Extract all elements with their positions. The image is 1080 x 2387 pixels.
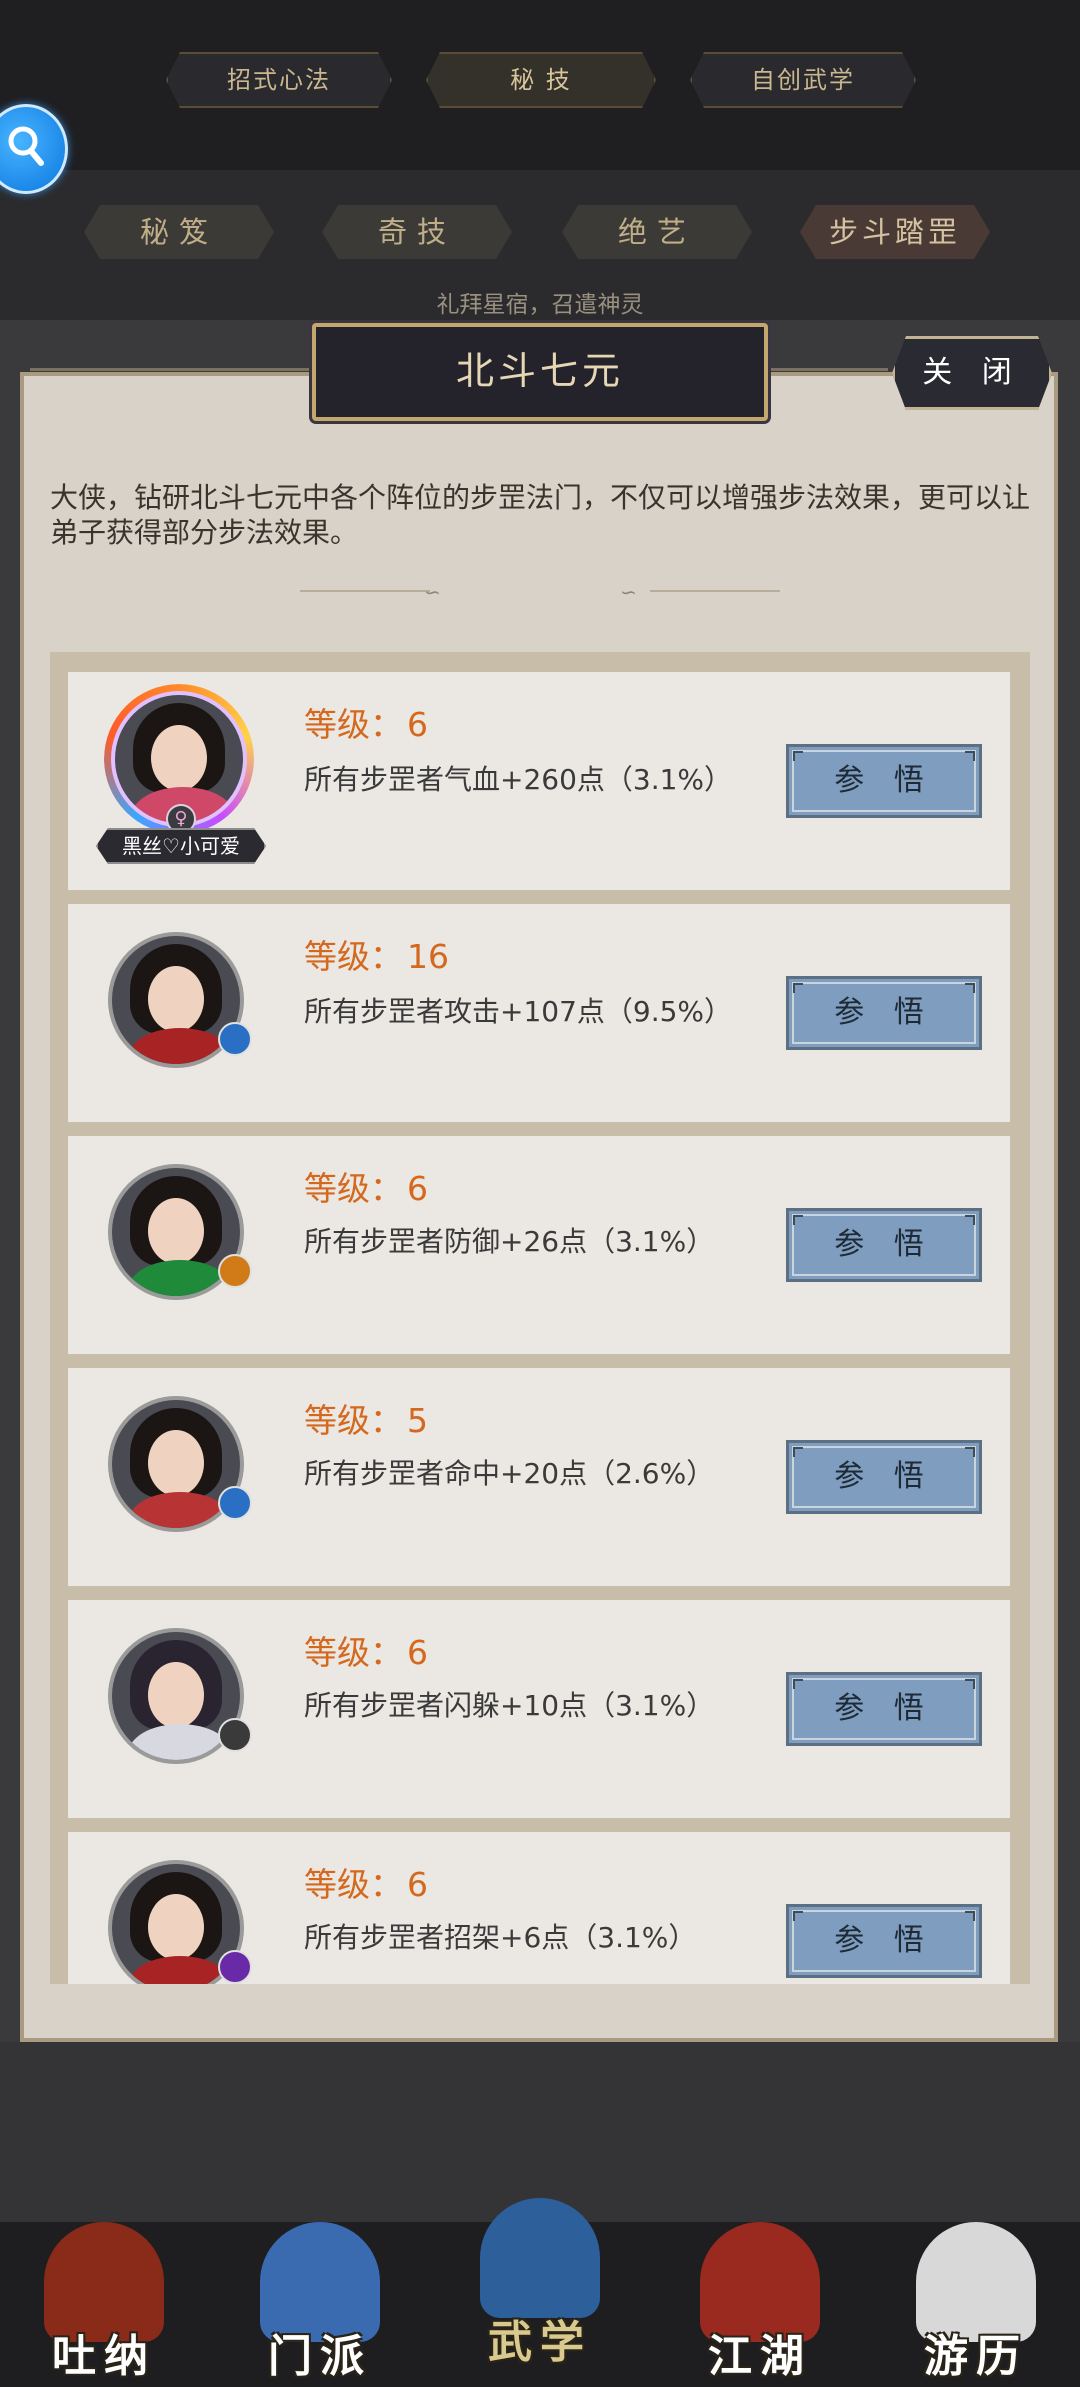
divider-left (300, 590, 430, 592)
effect-text: 所有步罡者攻击+107点（9.5%） (304, 995, 733, 1028)
list-item: 等级： 6 所有步罡者闪躲+10点（3.1%） 参 悟 (68, 1600, 1010, 1818)
subtab-unique-skills[interactable]: 奇技 (322, 205, 512, 259)
step-list[interactable]: ♀ 黑丝♡小可爱 等级： 6 所有步罡者气血+260点（3.1%） 参 悟 等级：… (50, 652, 1030, 1984)
level-label: 等级： 6 (304, 705, 428, 744)
sub-subtitle: 礼拜星宿，召遣神灵 (436, 292, 644, 318)
nav-label: 游历 (924, 2331, 1028, 2382)
subtab-masterpieces[interactable]: 绝艺 (562, 205, 752, 259)
effect-text: 所有步罡者命中+20点（2.6%） (304, 1457, 715, 1490)
subtab-manuals[interactable]: 秘笈 (84, 205, 274, 259)
martial-book-icon (480, 2198, 600, 2318)
subtab-star-stepping[interactable]: 步斗踏罡 (800, 205, 990, 259)
dual-blade-class-icon (218, 1718, 252, 1752)
comprehend-button[interactable]: 参 悟 (786, 1208, 982, 1282)
top-tab-bar: 招式心法 秘 技 自创武学 (0, 0, 1080, 170)
level-label: 等级： 6 (304, 1169, 428, 1208)
effect-text: 所有步罡者招架+6点（3.1%） (304, 1921, 697, 1954)
level-label: 等级： 5 (304, 1401, 428, 1440)
intro-text: 大侠，钻研北斗七元中各个阵位的步罡法门，不仅可以增强步法效果，更可以让弟子获得部… (50, 481, 1031, 549)
nav-tuna[interactable]: 吐纳 (14, 2210, 194, 2387)
sword-class-icon (218, 1022, 252, 1056)
list-item: 等级： 5 所有步罡者命中+20点（2.6%） 参 悟 (68, 1368, 1010, 1586)
effect-text: 所有步罡者防御+26点（3.1%） (304, 1225, 715, 1258)
level-label: 等级： 16 (304, 937, 449, 976)
nav-label: 吐纳 (52, 2331, 156, 2382)
tab-self-created-martial[interactable]: 自创武学 (690, 52, 916, 108)
list-item: 等级： 6 所有步罡者防御+26点（3.1%） 参 悟 (68, 1136, 1010, 1354)
divider-ornament-left: ∽ (424, 580, 441, 604)
nav-jianghu[interactable]: 江湖 (670, 2210, 850, 2387)
list-item: ♀ 黑丝♡小可爱 等级： 6 所有步罡者气血+260点（3.1%） 参 悟 (68, 672, 1010, 890)
comprehend-button[interactable]: 参 悟 (786, 1440, 982, 1514)
comprehend-button[interactable]: 参 悟 (786, 1672, 982, 1746)
nav-martial-arts[interactable]: 武学 (450, 2186, 630, 2368)
effect-text: 所有步罡者闪躲+10点（3.1%） (304, 1689, 715, 1722)
divider-right (650, 590, 780, 592)
tab-moves-mind[interactable]: 招式心法 (166, 52, 392, 108)
divider-ornament-right: ∽ (620, 580, 637, 604)
player-name: 黑丝♡小可爱 (96, 828, 266, 864)
effect-text: 所有步罡者气血+260点（3.1%） (304, 763, 733, 796)
tab-secret-skills[interactable]: 秘 技 (426, 52, 656, 108)
level-label: 等级： 6 (304, 1865, 428, 1904)
search-icon (8, 126, 44, 166)
title-wing-right (770, 368, 888, 371)
nav-label: 门派 (268, 2331, 372, 2382)
level-label: 等级： 6 (304, 1633, 428, 1672)
list-item: 等级： 6 所有步罡者招架+6点（3.1%） 参 悟 (68, 1832, 1010, 1984)
fist-class-icon (218, 1254, 252, 1288)
panel-title: 北斗七元 (312, 323, 768, 421)
title-wing-left (30, 368, 310, 371)
close-button[interactable]: 关 闭 (892, 336, 1052, 410)
nav-sect[interactable]: 门派 (230, 2210, 410, 2387)
comprehend-button[interactable]: 参 悟 (786, 744, 982, 818)
nav-label: 江湖 (708, 2331, 812, 2382)
nav-travel[interactable]: 游历 (886, 2210, 1066, 2387)
list-item: 等级： 16 所有步罡者攻击+107点（9.5%） 参 悟 (68, 904, 1010, 1122)
sword-class-icon (218, 1486, 252, 1520)
comprehend-button[interactable]: 参 悟 (786, 976, 982, 1050)
nav-label: 武学 (488, 2317, 592, 2368)
staff-class-icon (218, 1950, 252, 1984)
comprehend-button[interactable]: 参 悟 (786, 1904, 982, 1978)
